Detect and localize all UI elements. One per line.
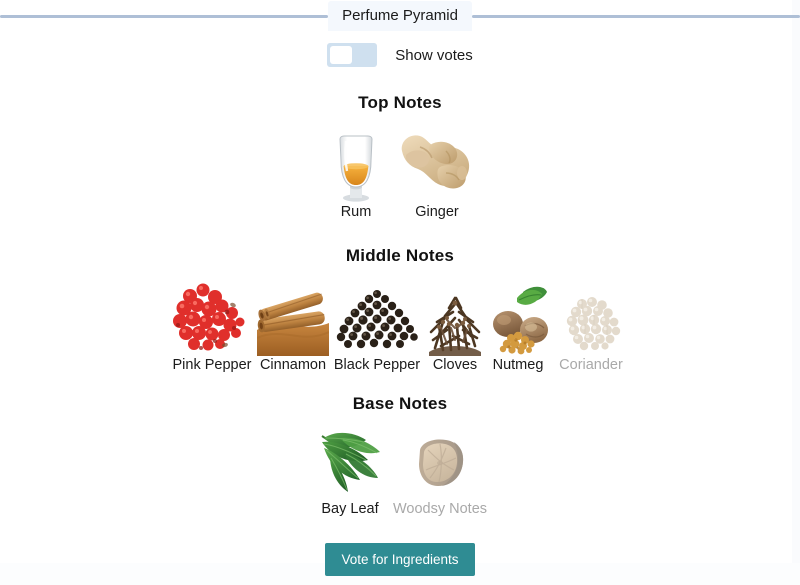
ingredient-label: Pink Pepper [172, 357, 252, 373]
vote-for-ingredients-button[interactable]: Vote for Ingredients [325, 543, 475, 576]
ingredient-coriander[interactable]: Coriander [550, 278, 632, 373]
bay-leaf-icon [310, 426, 390, 500]
ingredient-black-pepper[interactable]: Black Pepper [330, 278, 424, 373]
rum-glass-icon [328, 127, 384, 203]
ingredient-ginger[interactable]: Ginger [393, 127, 481, 220]
cinnamon-sticks-icon [256, 278, 330, 356]
pink-peppercorns-icon [170, 278, 254, 356]
tab-bar: Perfume Pyramid [0, 0, 800, 32]
ingredient-woodsy-notes[interactable]: Woodsy Notes [390, 426, 490, 517]
ingredient-label: Nutmeg [492, 357, 544, 373]
ingredient-row-base: Bay Leaf Woodsy Notes [0, 426, 800, 517]
ingredient-label: Black Pepper [333, 357, 421, 373]
ginger-root-icon [396, 127, 478, 203]
toggle-knob [330, 46, 353, 64]
ingredient-nutmeg[interactable]: Nutmeg [486, 278, 550, 373]
ingredient-label: Cinnamon [259, 357, 327, 373]
black-peppercorns-icon [333, 278, 421, 356]
wood-chunk-icon [410, 426, 470, 500]
ingredient-label: Rum [340, 204, 372, 220]
show-votes-toggle[interactable] [327, 43, 378, 67]
ingredient-label: Ginger [415, 204, 459, 220]
ingredient-label: Bay Leaf [321, 501, 379, 517]
ingredient-cinnamon[interactable]: Cinnamon [256, 278, 330, 373]
ingredient-pink-pepper[interactable]: Pink Pepper [168, 278, 256, 373]
ingredient-cloves[interactable]: Cloves [424, 278, 486, 373]
section-base-notes: Base Notes Bay Leaf Woodsy Notes [0, 394, 800, 517]
ingredient-row-top: Rum Ginger [0, 127, 800, 220]
ingredient-label: Woodsy Notes [392, 501, 488, 517]
ingredient-bay-leaf[interactable]: Bay Leaf [310, 426, 390, 517]
ingredient-label: Cloves [432, 357, 478, 373]
ingredient-rum[interactable]: Rum [319, 127, 393, 220]
section-top-notes: Top Notes Rum Ginger [0, 93, 800, 220]
show-votes-row: Show votes [0, 43, 800, 67]
section-title-base-notes: Base Notes [352, 394, 448, 413]
coriander-seeds-icon [552, 278, 630, 356]
section-middle-notes: Middle Notes Pink Pepper Cinnamon Black … [0, 246, 800, 373]
nutmeg-icon [487, 278, 549, 356]
tab-rule-left [0, 14, 329, 18]
ingredient-row-middle: Pink Pepper Cinnamon Black Pepper Cloves… [0, 278, 800, 373]
perfume-pyramid-page: Perfume Pyramid Show votes Top Notes Rum… [0, 0, 800, 585]
tab-rule-right [471, 14, 800, 18]
vote-button-wrap: Vote for Ingredients [0, 543, 800, 576]
tab-perfume-pyramid[interactable]: Perfume Pyramid [328, 1, 472, 31]
ingredient-label: Coriander [559, 357, 623, 373]
section-title-top-notes: Top Notes [358, 93, 442, 112]
show-votes-label: Show votes [395, 46, 473, 64]
section-title-middle-notes: Middle Notes [345, 246, 455, 265]
cloves-icon [425, 278, 485, 356]
